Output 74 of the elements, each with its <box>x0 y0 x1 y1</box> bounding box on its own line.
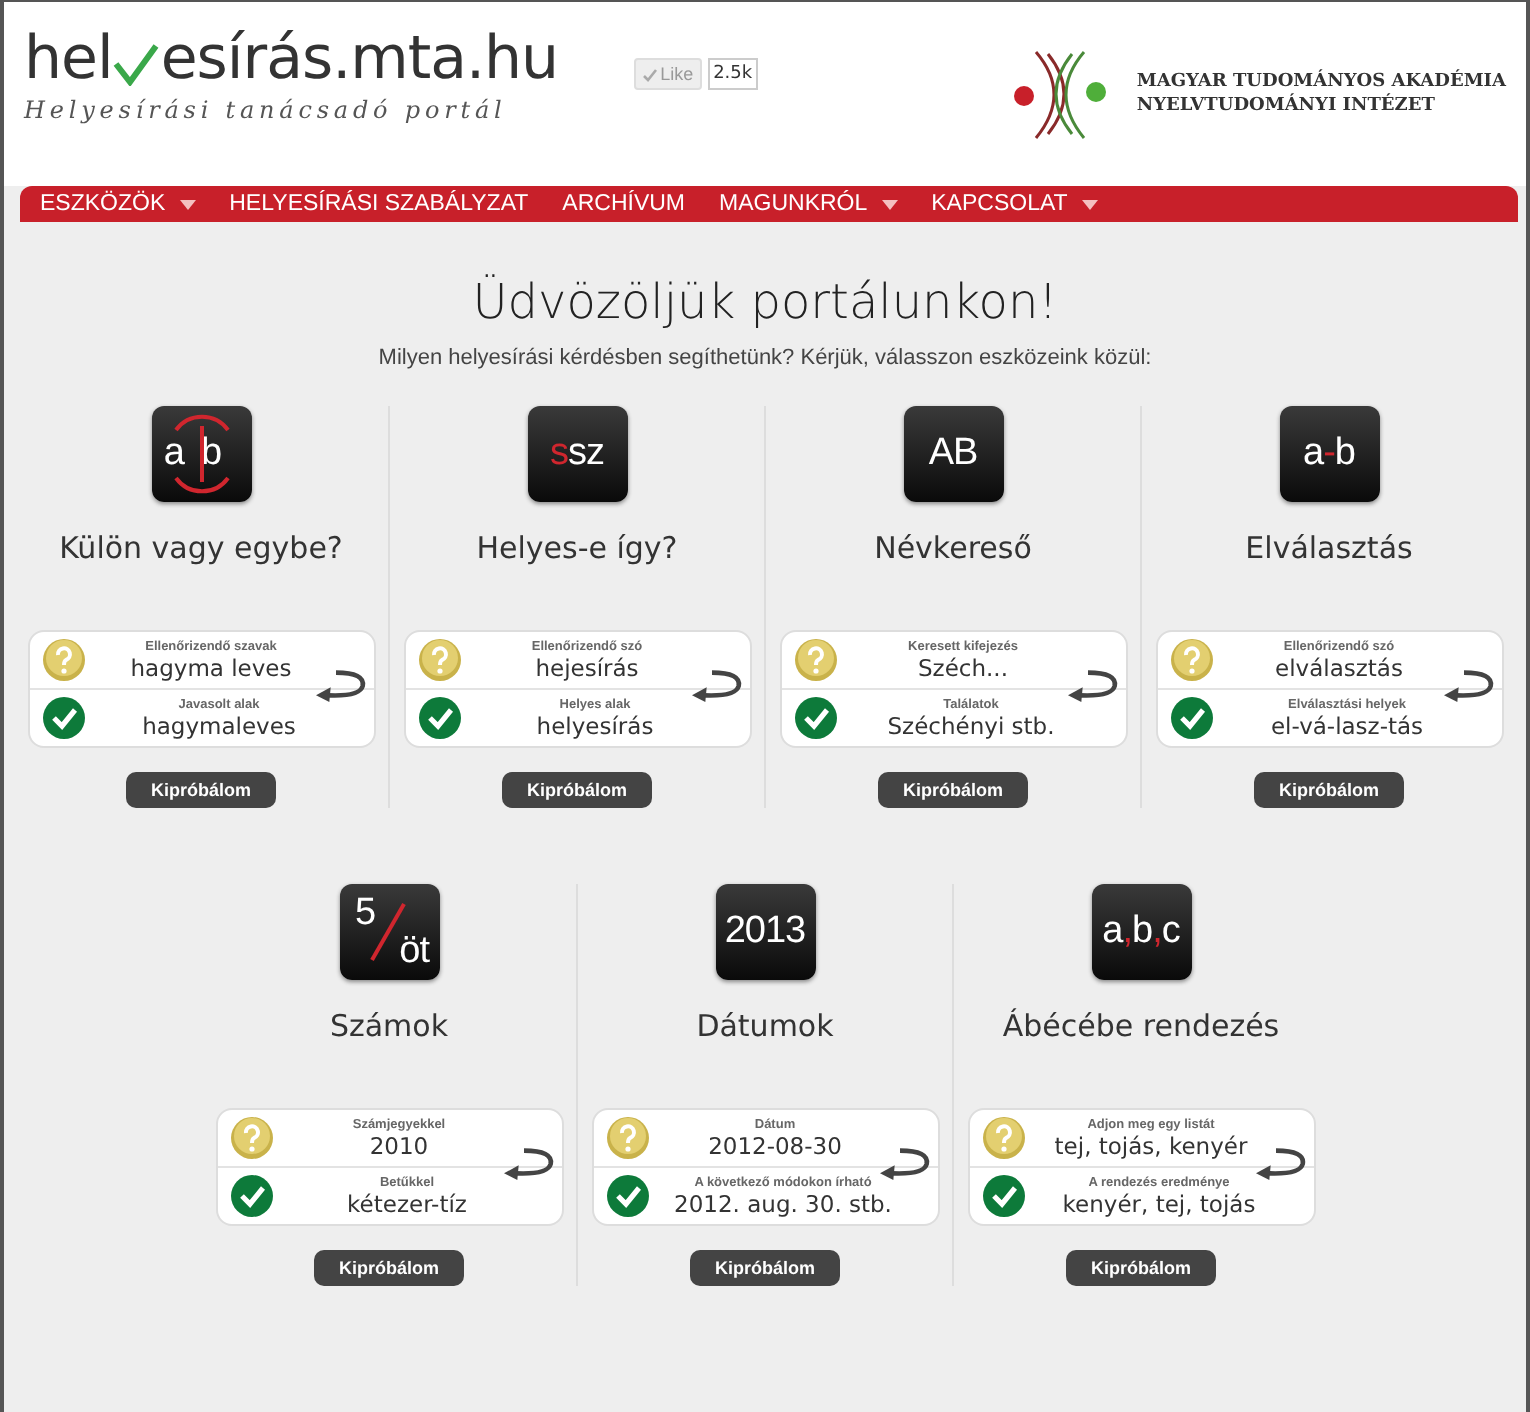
check-icon <box>229 1174 273 1218</box>
tagline: Helyesírási tanácsadó portál <box>24 96 509 124</box>
example-text: tej, tojás, kenyér <box>1052 1131 1250 1159</box>
nav-link[interactable]: KAPCSOLAT <box>931 192 1098 216</box>
try-button[interactable]: Kipróbálom <box>502 772 651 808</box>
tool-title: Számok <box>329 1008 449 1048</box>
welcome-title: Üdvözöljük portálunkon! <box>470 274 1060 330</box>
question-icon <box>981 1116 1025 1160</box>
try-button[interactable]: Kipróbálom <box>126 772 275 808</box>
check-icon <box>41 696 85 740</box>
logo-text[interactable]: hel <box>24 30 113 90</box>
check-icon <box>981 1174 1025 1218</box>
example-result: kétezer-tíz <box>345 1189 469 1217</box>
example-result: helyesírás <box>534 711 656 739</box>
app-icon: a-b <box>1279 406 1379 502</box>
app-icon: AB <box>903 406 1003 502</box>
nav-link[interactable]: HELYESÍRÁSI SZABÁLYZAT <box>229 192 529 216</box>
nav-link[interactable]: ESZKÖZÖK <box>40 192 196 216</box>
nav-link[interactable]: MAGUNKRÓL <box>719 192 898 216</box>
tool-title: Dátumok <box>696 1008 834 1048</box>
curved-arrow-icon <box>499 1146 555 1182</box>
curved-arrow-icon <box>875 1146 931 1182</box>
caret-icon <box>1081 199 1098 209</box>
example-text: Széch... <box>916 653 1010 681</box>
question-icon <box>229 1116 273 1160</box>
caret-icon <box>881 199 898 209</box>
try-button[interactable]: Kipróbálom <box>878 772 1027 808</box>
example-result: kenyér, tej, tojás <box>1060 1189 1258 1217</box>
app-icon: 5 öt <box>339 884 439 980</box>
institute-name: MAGYAR TUDOMÁNYOS AKADÉMIA <box>1136 69 1506 93</box>
try-button[interactable]: Kipróbálom <box>1254 772 1403 808</box>
example-text: elválasztás <box>1273 653 1405 681</box>
question-icon <box>1169 638 1213 682</box>
example-text: hejesírás <box>533 653 641 681</box>
example-result: hagymaleves <box>140 711 298 739</box>
example-result: el-vá-lasz-tás <box>1268 711 1426 739</box>
app-icon: a b <box>151 406 251 502</box>
app-icon: 2013 <box>715 884 815 980</box>
example-text: 2012-08-30 <box>706 1131 844 1159</box>
institute-name: NYELVTUDOMÁNYI INTÉZET <box>1136 94 1437 119</box>
nav-link[interactable]: ARCHÍVUM <box>562 192 686 216</box>
question-icon <box>41 638 85 682</box>
curved-arrow-icon <box>1439 668 1495 704</box>
check-icon <box>793 696 837 740</box>
tool-title: Névkereső <box>874 530 1032 570</box>
try-button[interactable]: Kipróbálom <box>314 1250 463 1286</box>
check-icon <box>417 696 461 740</box>
try-button[interactable]: Kipróbálom <box>690 1250 839 1286</box>
check-icon <box>112 42 161 86</box>
like-count: 2.5k <box>707 58 759 90</box>
question-icon <box>793 638 837 682</box>
tool-title: Elválasztás <box>1245 530 1413 570</box>
tool-title: Külön vagy egybe? <box>59 530 343 570</box>
question-icon <box>417 638 461 682</box>
example-result: 2012. aug. 30. stb. <box>672 1189 894 1217</box>
caret-icon <box>179 199 196 209</box>
question-icon <box>605 1116 649 1160</box>
welcome-subtitle: Milyen helyesírási kérdésben segíthetünk? Kérjük, válasszon eszközeink közül: <box>376 346 1154 370</box>
app-icon: a,b,c <box>1091 884 1191 980</box>
tool-title: Ábécébe rendezés <box>1002 1008 1280 1048</box>
curved-arrow-icon <box>311 668 367 704</box>
try-button[interactable]: Kipróbálom <box>1066 1250 1215 1286</box>
curved-arrow-icon <box>1063 668 1119 704</box>
check-icon <box>1169 696 1213 740</box>
curved-arrow-icon <box>687 668 743 704</box>
app-icon: ssz <box>527 406 627 502</box>
curved-arrow-icon <box>1251 1146 1307 1182</box>
example-text: hagyma leves <box>128 653 294 681</box>
logo-text[interactable]: esírás.mta.hu <box>160 30 559 90</box>
check-icon <box>605 1174 649 1218</box>
example-result: Széchényi stb. <box>885 711 1057 739</box>
check-icon <box>642 67 659 81</box>
example-text: 2010 <box>367 1131 431 1159</box>
tool-title: Helyes-e így? <box>476 530 678 570</box>
